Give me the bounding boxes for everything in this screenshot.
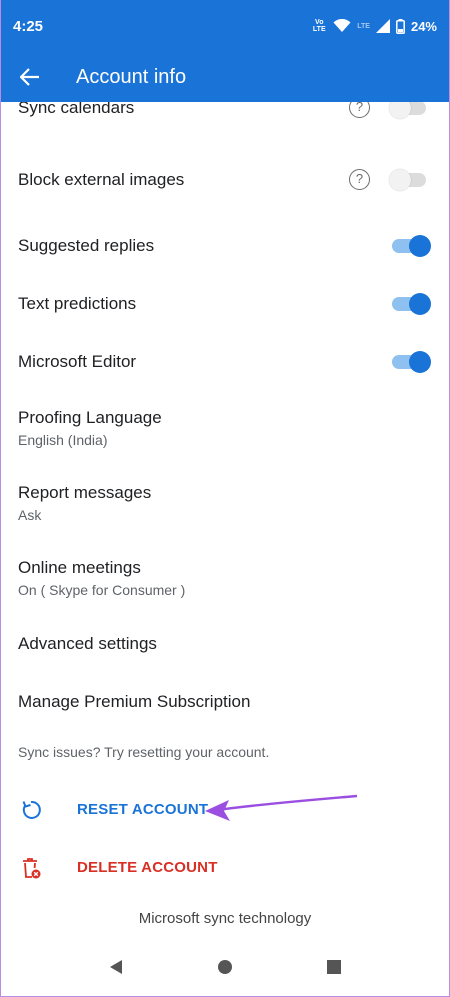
sync-calendars-toggle[interactable] (389, 102, 433, 120)
help-icon[interactable]: ? (349, 102, 370, 118)
back-arrow-icon (20, 68, 39, 86)
setting-text-predictions[interactable]: Text predictions (1, 276, 449, 332)
nav-back-icon[interactable] (108, 959, 124, 975)
setting-value: Ask (18, 507, 42, 523)
text-predictions-toggle[interactable] (389, 292, 433, 316)
status-icons: Vo LTE LTE 24% (311, 18, 437, 34)
status-bar: 4:25 Vo LTE LTE 24% (1, 0, 449, 52)
setting-manage-premium-subscription[interactable]: Manage Premium Subscription (1, 676, 449, 728)
setting-advanced-settings[interactable]: Advanced settings (1, 618, 449, 670)
setting-proofing-language[interactable]: Proofing Language English (India) (1, 394, 449, 460)
lte-indicator: LTE (357, 22, 370, 30)
signal-icon (375, 19, 390, 33)
setting-microsoft-editor[interactable]: Microsoft Editor (1, 334, 449, 390)
setting-label: Proofing Language (18, 408, 162, 427)
toggle-thumb (409, 235, 431, 257)
block-external-images-toggle[interactable] (389, 168, 433, 192)
setting-suggested-replies[interactable]: Suggested replies (1, 218, 449, 274)
wifi-icon (333, 19, 351, 32)
setting-label: Microsoft Editor (18, 352, 137, 371)
setting-value: English (India) (18, 432, 108, 448)
setting-label: Block external images (18, 170, 185, 189)
setting-label: Report messages (18, 483, 152, 502)
system-nav-bar (1, 938, 449, 996)
setting-value: On ( Skype for Consumer ) (18, 582, 186, 598)
nav-recents-icon[interactable] (326, 959, 342, 975)
app-bar: Account info (1, 52, 449, 102)
setting-label: Sync calendars (18, 102, 135, 117)
delete-account-button[interactable]: DELETE ACCOUNT (1, 844, 449, 892)
setting-label: Advanced settings (18, 634, 157, 653)
toggle-thumb (409, 293, 431, 315)
suggested-replies-toggle[interactable] (389, 234, 433, 258)
microsoft-editor-toggle[interactable] (389, 350, 433, 374)
page-title: Account info (76, 65, 187, 88)
status-time: 4:25 (13, 17, 44, 35)
reset-account-label: RESET ACCOUNT (77, 801, 209, 818)
setting-label: Manage Premium Subscription (18, 692, 251, 711)
back-button[interactable] (1, 68, 59, 86)
setting-report-messages[interactable]: Report messages Ask (1, 470, 449, 536)
toggle-thumb (389, 102, 411, 119)
sync-issues-note: Sync issues? Try resetting your account. (18, 744, 270, 760)
setting-label: Suggested replies (18, 236, 155, 255)
setting-online-meetings[interactable]: Online meetings On ( Skype for Consumer … (1, 544, 449, 610)
toggle-thumb (389, 169, 411, 191)
toggle-thumb (409, 351, 431, 373)
battery-percent: 24% (410, 18, 437, 34)
settings-list: Sync calendars ? Block external images ?… (1, 102, 449, 938)
help-icon[interactable]: ? (349, 169, 370, 190)
delete-account-icon (23, 858, 41, 879)
delete-account-label: DELETE ACCOUNT (77, 859, 218, 876)
setting-label: Online meetings (18, 558, 141, 577)
reset-icon (22, 800, 41, 819)
battery-icon (396, 18, 405, 34)
volte-indicator: Vo LTE (312, 19, 326, 33)
footer-text: Microsoft sync technology (138, 910, 312, 927)
setting-label: Text predictions (18, 294, 137, 313)
setting-sync-calendars[interactable]: Sync calendars ? (1, 102, 449, 128)
nav-home-icon[interactable] (217, 959, 233, 975)
setting-block-external-images[interactable]: Block external images ? (1, 152, 449, 208)
annotation-arrow (205, 794, 358, 821)
